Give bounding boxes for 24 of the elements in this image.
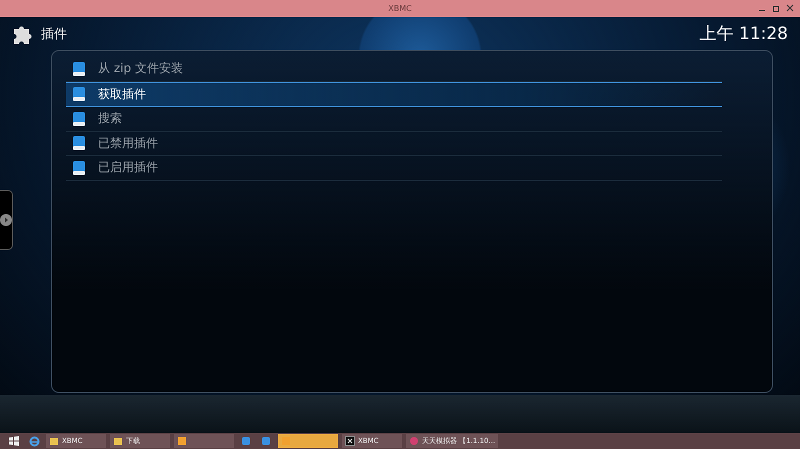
app-icon xyxy=(177,436,187,446)
drive-icon xyxy=(72,60,86,77)
app-icon xyxy=(409,436,419,446)
section-title: 插件 xyxy=(41,26,67,42)
taskbar-button[interactable] xyxy=(174,434,234,448)
menu-item[interactable]: 已启用插件 xyxy=(66,156,722,180)
folder-icon xyxy=(113,436,123,446)
window-title: XBMC xyxy=(388,4,412,13)
drive-icon xyxy=(72,86,86,102)
menu-item[interactable]: 获取插件 xyxy=(66,82,722,107)
side-tab[interactable] xyxy=(0,190,13,250)
app-icon xyxy=(345,436,355,446)
close-icon[interactable] xyxy=(786,4,794,12)
clock: 上午 11:28 xyxy=(700,23,788,45)
browser-icon[interactable] xyxy=(28,436,40,446)
menu-item[interactable]: 已禁用插件 xyxy=(66,132,722,156)
menu-item[interactable]: 从 zip 文件安装 xyxy=(66,57,722,82)
restore-icon[interactable] xyxy=(772,4,780,12)
drive-icon xyxy=(72,110,86,127)
menu-item[interactable]: 搜索 xyxy=(66,107,722,132)
drive-icon xyxy=(72,160,86,176)
folder-icon xyxy=(49,436,59,446)
drive-icon xyxy=(72,135,86,152)
windows-icon[interactable] xyxy=(9,436,19,446)
